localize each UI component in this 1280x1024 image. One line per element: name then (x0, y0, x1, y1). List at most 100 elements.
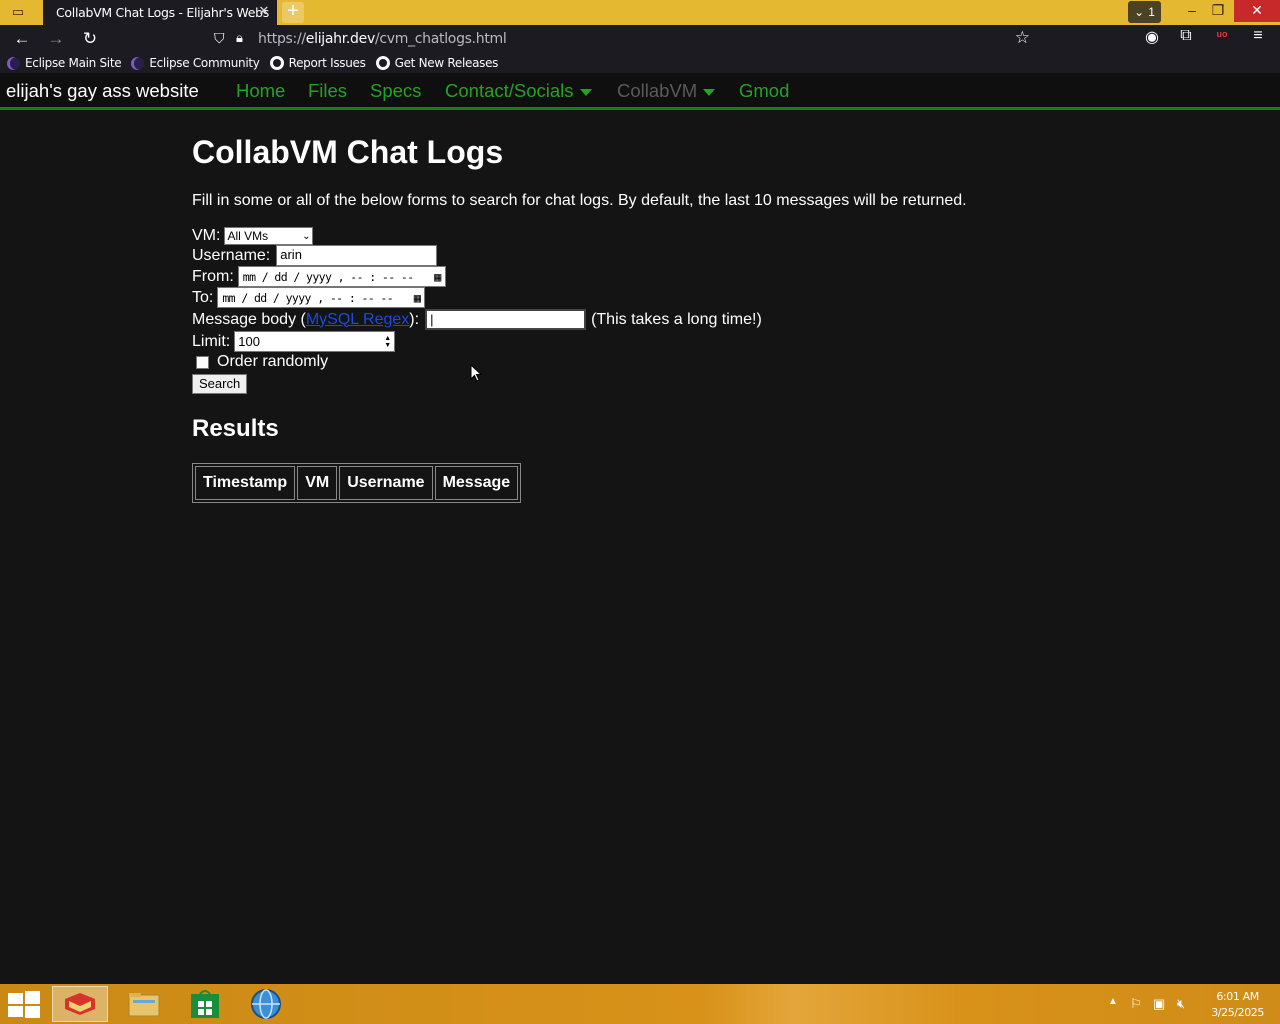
bookmarks-bar: Eclipse Main Site Eclipse Community Repo… (0, 53, 1280, 73)
action-center-flag-icon[interactable]: ⚐ (1130, 996, 1142, 1012)
mysql-regex-link[interactable]: MySQL Regex (306, 311, 409, 329)
github-icon (269, 56, 284, 70)
username-label: Username: (192, 246, 271, 264)
lock-icon[interactable]: 🔒︎ (236, 30, 243, 46)
message-note: (This takes a long time!) (591, 310, 762, 328)
table-header-row: Timestamp VM Username Message (195, 466, 519, 500)
mouse-cursor-icon (470, 364, 482, 382)
calendar-icon[interactable]: ▦ (434, 270, 441, 284)
column-header: Timestamp (195, 466, 296, 500)
results-heading: Results (192, 415, 279, 442)
to-label: To: (192, 288, 214, 306)
column-header: Username (339, 466, 433, 500)
username-input[interactable]: arin (276, 245, 438, 266)
tab-list-icon[interactable]: ▭ (7, 2, 29, 22)
message-input[interactable]: | (425, 309, 587, 330)
bookmark-star-icon[interactable]: ☆ (1015, 28, 1030, 48)
vm-label: VM: (192, 227, 221, 244)
taskbar-store-app[interactable] (177, 986, 233, 1022)
order-randomly-checkbox[interactable] (196, 355, 209, 369)
from-datetime-input[interactable]: mm / dd / yyyy , -- : -- -- ▦ (237, 266, 446, 287)
to-datetime-input[interactable]: mm / dd / yyyy , -- : -- -- ▦ (217, 287, 426, 308)
url-text[interactable]: https://elijahr.dev/cvm_chatlogs.html (258, 31, 507, 47)
chevron-down-icon: ⌄ (1134, 5, 1145, 19)
caret-down-icon (703, 88, 716, 96)
active-tab[interactable]: CollabVM Chat Logs - Elijahr's Webs ✕ (43, 0, 277, 25)
order-row: Order randomly (192, 353, 328, 371)
restore-icon[interactable]: ❐ (1203, 0, 1233, 22)
taskbar-file-explorer[interactable] (116, 986, 172, 1022)
intro-text: Fill in some or all of the below forms t… (192, 192, 967, 209)
site-navbar: elijah's gay ass website Home Files Spec… (0, 73, 1280, 110)
search-button[interactable]: Search (192, 374, 248, 394)
clock-time: 6:01 AM (1216, 990, 1259, 1003)
browser-toolbar: ← → ↻ ⛉ 🔒︎ https://elijahr.dev/cvm_chatl… (0, 25, 1280, 53)
start-button[interactable] (8, 991, 40, 1018)
bookmark-item[interactable]: Eclipse Community (131, 56, 260, 70)
chevron-down-icon: ⌄ (302, 230, 311, 242)
ublock-icon[interactable]: uo (1211, 29, 1233, 39)
account-icon[interactable]: ◉ (1141, 27, 1163, 47)
eclipse-icon (7, 56, 20, 70)
back-icon[interactable]: ← (10, 28, 34, 50)
limit-number-input[interactable]: 100 ▲ ▼ (234, 331, 396, 352)
taskbar-browser-app[interactable] (52, 986, 108, 1022)
vm-select[interactable]: All VMs ⌄ (224, 227, 314, 245)
folder-icon (128, 993, 160, 1017)
nav-files[interactable]: Files (308, 80, 347, 102)
caret-down-icon (579, 88, 592, 96)
eclipse-icon (131, 56, 145, 70)
github-icon (375, 56, 390, 70)
username-row: Username: arin (192, 245, 438, 266)
close-window-icon[interactable]: ✕ (1234, 0, 1280, 22)
browser-app-icon (65, 993, 95, 1015)
windows-logo-icon (8, 993, 23, 1004)
tab-close-icon[interactable]: ✕ (258, 4, 269, 19)
taskbar-globe-app[interactable] (238, 986, 294, 1022)
reload-icon[interactable]: ↻ (78, 28, 102, 50)
store-icon (191, 990, 219, 1018)
limit-row: Limit: 100 ▲ ▼ (192, 331, 396, 352)
calendar-icon[interactable]: ▦ (414, 291, 421, 305)
column-header: VM (297, 466, 338, 500)
search-row: Search (192, 374, 248, 394)
extensions-icon[interactable]: ⧉ (1175, 27, 1197, 45)
clock-date: 3/25/2025 (1211, 1006, 1264, 1019)
bookmark-item[interactable]: Eclipse Main Site (7, 56, 122, 70)
tracking-shield-icon[interactable]: ⛉ (214, 30, 225, 47)
browser-tab-bar: ▭ CollabVM Chat Logs - Elijahr's Webs ✕ … (0, 0, 1280, 25)
new-tab-button[interactable]: + (282, 1, 304, 23)
nav-contact-dropdown[interactable]: Contact/Socials (445, 80, 592, 102)
nav-collabvm-dropdown[interactable]: CollabVM (617, 80, 716, 102)
tab-count: 1 (1148, 5, 1155, 19)
nav-specs[interactable]: Specs (370, 80, 421, 102)
nav-gmod[interactable]: Gmod (739, 80, 789, 102)
from-label: From: (192, 267, 234, 285)
vm-row: VM: All VMs ⌄ (192, 227, 314, 245)
column-header: Message (434, 466, 519, 500)
message-label-end: ): (409, 310, 420, 328)
globe-icon (251, 989, 281, 1019)
forward-icon[interactable]: → (44, 28, 68, 50)
show-hidden-icons-icon[interactable]: ▲ (1108, 996, 1118, 1007)
limit-label: Limit: (192, 332, 231, 350)
to-row: To: mm / dd / yyyy , -- : -- -- ▦ (192, 287, 426, 308)
nav-home[interactable]: Home (236, 80, 285, 102)
menu-icon[interactable]: ≡ (1247, 27, 1269, 45)
results-table: Timestamp VM Username Message (192, 463, 522, 503)
volume-muted-icon[interactable]: 🔇︎ (1177, 996, 1185, 1012)
spinner-icon[interactable]: ▲ ▼ (384, 335, 391, 349)
message-row: Message body (MySQL Regex): | (This take… (192, 309, 762, 330)
system-clock[interactable]: 6:01 AM 3/25/2025 (1211, 989, 1264, 1021)
tab-title: CollabVM Chat Logs - Elijahr's Webs (56, 5, 269, 20)
network-icon[interactable]: ▣ (1153, 996, 1165, 1012)
from-row: From: mm / dd / yyyy , -- : -- -- ▦ (192, 266, 446, 287)
address-bar[interactable]: ⛉ 🔒︎ https://elijahr.dev/cvm_chatlogs.ht… (206, 27, 1046, 51)
message-label: Message body ( (192, 310, 306, 328)
page-title: CollabVM Chat Logs (192, 134, 504, 170)
taskbar: ▲ ⚐ ▣ 🔇︎ 6:01 AM 3/25/2025 (0, 984, 1280, 1024)
tab-overflow-button[interactable]: ⌄ 1 (1128, 1, 1161, 23)
site-title[interactable]: elijah's gay ass website (6, 80, 199, 102)
bookmark-item[interactable]: Get New Releases (375, 56, 498, 70)
bookmark-item[interactable]: Report Issues (269, 56, 366, 70)
